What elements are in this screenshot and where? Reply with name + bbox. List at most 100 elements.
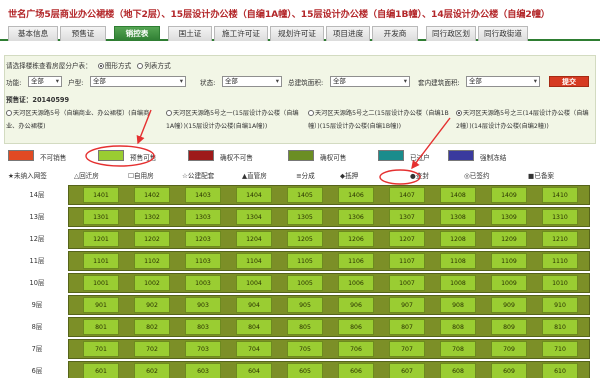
unit-cell[interactable]: 1209 (491, 231, 527, 247)
unit-cell[interactable]: 701 (83, 341, 119, 357)
unit-cell[interactable]: 907 (389, 297, 425, 313)
view-mode-graphic[interactable]: 图形方式 (105, 62, 131, 70)
unit-cell[interactable]: 1408 (440, 187, 476, 203)
building-option-podium[interactable]: 天河区天源路5号（自编商业、办公裙楼）(自编商业、办公裙楼) (6, 107, 156, 133)
unit-cell[interactable]: 708 (440, 341, 476, 357)
radio-icon[interactable] (456, 110, 462, 116)
unit-cell[interactable]: 1107 (389, 253, 425, 269)
unit-cell[interactable]: 603 (185, 363, 221, 378)
unit-cell[interactable]: 906 (338, 297, 374, 313)
unit-cell[interactable]: 1002 (134, 275, 170, 291)
unit-cell[interactable]: 704 (236, 341, 272, 357)
unit-cell[interactable]: 1306 (338, 209, 374, 225)
unit-cell[interactable]: 1304 (236, 209, 272, 225)
unit-cell[interactable]: 602 (134, 363, 170, 378)
unit-cell[interactable]: 706 (338, 341, 374, 357)
unit-cell[interactable]: 1406 (338, 187, 374, 203)
unit-cell[interactable]: 901 (83, 297, 119, 313)
unit-cell[interactable]: 604 (236, 363, 272, 378)
unit-cell[interactable]: 908 (440, 297, 476, 313)
unit-cell[interactable]: 1410 (542, 187, 578, 203)
tab-construction-permit[interactable]: 施工许可证 (214, 26, 268, 41)
unit-cell[interactable]: 1001 (83, 275, 119, 291)
unit-cell[interactable]: 1005 (287, 275, 323, 291)
tab-planning-permit[interactable]: 规划许可证 (270, 26, 324, 41)
unit-cell[interactable]: 903 (185, 297, 221, 313)
unit-cell[interactable]: 904 (236, 297, 272, 313)
unit-cell[interactable]: 1305 (287, 209, 323, 225)
unit-cell[interactable]: 705 (287, 341, 323, 357)
unit-cell[interactable]: 806 (338, 319, 374, 335)
unit-cell[interactable]: 1309 (491, 209, 527, 225)
unit-cell[interactable]: 1102 (134, 253, 170, 269)
unit-cell[interactable]: 1302 (134, 209, 170, 225)
radio-icon[interactable] (308, 110, 314, 116)
type-select[interactable]: 全部 (90, 76, 186, 87)
building-label[interactable]: 天河区天源路5号之二(15层设计办公楼（自编1B幢）)(15层设计办公楼(自编1… (308, 110, 449, 130)
unit-cell[interactable]: 1007 (389, 275, 425, 291)
unit-cell[interactable]: 1207 (389, 231, 425, 247)
unit-cell[interactable]: 1104 (236, 253, 272, 269)
unit-cell[interactable]: 1110 (542, 253, 578, 269)
unit-cell[interactable]: 1308 (440, 209, 476, 225)
tab-sales-control[interactable]: 销控表 (114, 26, 160, 41)
unit-cell[interactable]: 1109 (491, 253, 527, 269)
unit-cell[interactable]: 801 (83, 319, 119, 335)
unit-cell[interactable]: 909 (491, 297, 527, 313)
unit-cell[interactable]: 1401 (83, 187, 119, 203)
unit-cell[interactable]: 808 (440, 319, 476, 335)
radio-graphic-icon[interactable] (97, 63, 104, 69)
tab-presale-cert[interactable]: 预售证 (60, 26, 106, 41)
tab-developer[interactable]: 开发商 (372, 26, 418, 41)
unit-cell[interactable]: 1310 (542, 209, 578, 225)
unit-cell[interactable]: 1307 (389, 209, 425, 225)
unit-cell[interactable]: 710 (542, 341, 578, 357)
unit-cell[interactable]: 1008 (440, 275, 476, 291)
unit-cell[interactable]: 1405 (287, 187, 323, 203)
tab-same-district[interactable]: 同行政区划 (426, 26, 476, 41)
unit-cell[interactable]: 1010 (542, 275, 578, 291)
unit-cell[interactable]: 1103 (185, 253, 221, 269)
unit-cell[interactable]: 703 (185, 341, 221, 357)
unit-cell[interactable]: 809 (491, 319, 527, 335)
unit-cell[interactable]: 709 (491, 341, 527, 357)
building-label[interactable]: 天河区天源路5号之一(15层设计办公楼（自编1A幢）)(15层设计办公楼(自编1… (166, 110, 299, 130)
unit-cell[interactable]: 1409 (491, 187, 527, 203)
unit-cell[interactable]: 1404 (236, 187, 272, 203)
unit-cell[interactable]: 1004 (236, 275, 272, 291)
unit-cell[interactable]: 810 (542, 319, 578, 335)
tab-same-street[interactable]: 同行政街道 (478, 26, 528, 41)
unit-cell[interactable]: 609 (491, 363, 527, 378)
total-area-select[interactable]: 全部 (330, 76, 410, 87)
radio-icon[interactable] (166, 110, 172, 116)
unit-cell[interactable]: 702 (134, 341, 170, 357)
unit-cell[interactable]: 1106 (338, 253, 374, 269)
unit-cell[interactable]: 910 (542, 297, 578, 313)
unit-cell[interactable]: 1402 (134, 187, 170, 203)
unit-cell[interactable]: 805 (287, 319, 323, 335)
submit-button[interactable]: 提交 (549, 76, 589, 87)
unit-cell[interactable]: 601 (83, 363, 119, 378)
building-option-1b[interactable]: 天河区天源路5号之二(15层设计办公楼（自编1B幢）)(15层设计办公楼(自编1… (308, 107, 450, 133)
unit-cell[interactable]: 1210 (542, 231, 578, 247)
unit-cell[interactable]: 807 (389, 319, 425, 335)
unit-cell[interactable]: 1101 (83, 253, 119, 269)
unit-cell[interactable]: 1208 (440, 231, 476, 247)
inner-area-select[interactable]: 全部 (466, 76, 540, 87)
unit-cell[interactable]: 1006 (338, 275, 374, 291)
building-option-1a[interactable]: 天河区天源路5号之一(15层设计办公楼（自编1A幢）)(15层设计办公楼(自编1… (166, 107, 301, 133)
tab-basic-info[interactable]: 基本信息 (8, 26, 58, 41)
radio-icon[interactable] (6, 110, 12, 116)
unit-cell[interactable]: 707 (389, 341, 425, 357)
unit-cell[interactable]: 804 (236, 319, 272, 335)
tab-land-cert[interactable]: 国土证 (168, 26, 212, 41)
unit-cell[interactable]: 1407 (389, 187, 425, 203)
unit-cell[interactable]: 1201 (83, 231, 119, 247)
unit-cell[interactable]: 608 (440, 363, 476, 378)
unit-cell[interactable]: 803 (185, 319, 221, 335)
unit-cell[interactable]: 1303 (185, 209, 221, 225)
unit-cell[interactable]: 1009 (491, 275, 527, 291)
func-select[interactable]: 全部 (28, 76, 62, 87)
tab-project-progress[interactable]: 项目进度 (326, 26, 370, 41)
status-select[interactable]: 全部 (222, 76, 282, 87)
